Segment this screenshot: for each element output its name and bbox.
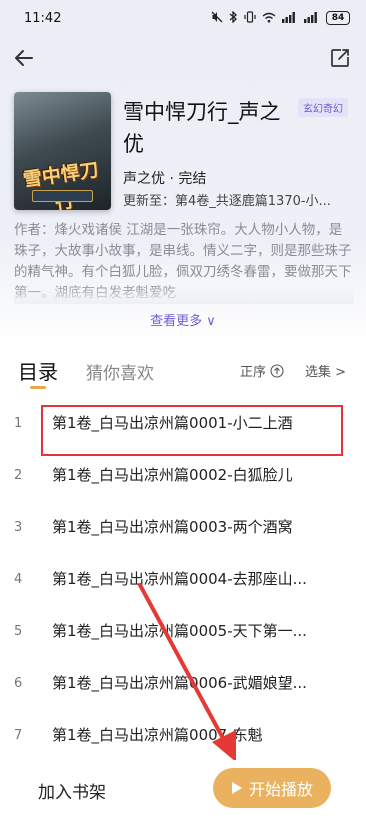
update-status: 更新至：第4卷_共逐鹿篇1370-小... <box>123 194 331 209</box>
signal-icon <box>282 11 298 25</box>
chapter-number: 6 <box>14 676 23 691</box>
genre-tag[interactable]: 玄幻奇幻 <box>298 98 348 117</box>
top-nav <box>0 40 366 80</box>
chapter-title: 第1卷_白马出凉州篇0004-去那座山... <box>52 570 307 588</box>
share-button[interactable] <box>326 44 354 72</box>
chapter-row[interactable]: 2 第1卷_白马出凉州篇0002-白狐脸儿 <box>0 450 366 502</box>
start-play-button[interactable]: 开始播放 <box>213 768 331 808</box>
start-play-label: 开始播放 <box>248 780 313 799</box>
tab-contents[interactable]: 目录 <box>18 356 58 385</box>
chapter-number: 5 <box>14 624 23 639</box>
chapter-row[interactable]: 3 第1卷_白马出凉州篇0003-两个酒窝 <box>0 502 366 554</box>
tab-bar: 目录 猜你喜欢 正序 选集 > <box>0 350 366 394</box>
wifi-icon <box>262 12 276 25</box>
signal-icon <box>304 11 320 25</box>
add-to-shelf-button[interactable]: 加入书架 <box>38 778 106 803</box>
back-button[interactable] <box>10 44 38 72</box>
bluetooth-icon <box>229 10 238 25</box>
chapter-row[interactable]: 7 第1卷_白马出凉州篇0007-东魁 <box>0 710 366 762</box>
view-more-link[interactable]: 查看更多 ∨ <box>0 310 366 329</box>
battery-indicator: 84 <box>326 11 350 25</box>
cover-badge <box>32 190 93 202</box>
vibrate-icon <box>244 11 256 25</box>
tab-recommend[interactable]: 猜你喜欢 <box>86 359 154 384</box>
author-status: 声之优 · 完结 <box>123 171 207 187</box>
highlight-box <box>41 405 343 456</box>
chapter-title: 第1卷_白马出凉州篇0006-武媚娘望... <box>52 674 307 692</box>
status-icons: 84 <box>211 10 350 25</box>
status-bar: 11:42 84 <box>0 0 366 36</box>
sort-label: 正序 <box>240 365 267 380</box>
chapter-number: 1 <box>14 416 23 431</box>
chapter-title: 第1卷_白马出凉州篇0002-白狐脸儿 <box>52 466 293 484</box>
chapter-title: 第1卷_白马出凉州篇0005-天下第一... <box>52 622 307 640</box>
sort-button[interactable]: 正序 <box>240 361 284 380</box>
chapter-title: 第1卷_白马出凉州篇0007-东魁 <box>52 726 263 744</box>
chapter-number: 7 <box>14 728 23 743</box>
chapter-number: 4 <box>14 572 23 587</box>
arrow-left-icon <box>15 50 33 66</box>
share-icon <box>331 49 349 67</box>
active-tab-indicator <box>30 386 46 389</box>
book-cover[interactable]: 雪中悍刀行 <box>14 92 111 210</box>
status-time: 11:42 <box>24 10 62 26</box>
chapter-row[interactable]: 6 第1卷_白马出凉州篇0006-武媚娘望... <box>0 658 366 710</box>
chapter-row[interactable]: 5 第1卷_白马出凉州篇0005-天下第一... <box>0 606 366 658</box>
book-title: 雪中悍刀行_声之优 <box>123 100 281 156</box>
mute-icon <box>211 11 223 25</box>
chapter-number: 2 <box>14 468 23 483</box>
chapter-number: 3 <box>14 520 23 535</box>
chapter-title: 第1卷_白马出凉州篇0003-两个酒窝 <box>52 518 293 536</box>
bottom-bar: 加入书架 开始播放 <box>0 760 366 819</box>
chapter-row[interactable]: 4 第1卷_白马出凉州篇0004-去那座山... <box>0 554 366 606</box>
description-fade <box>14 284 354 304</box>
play-icon <box>231 782 242 794</box>
select-episodes-button[interactable]: 选集 > <box>305 361 346 380</box>
sort-up-icon <box>270 363 284 378</box>
